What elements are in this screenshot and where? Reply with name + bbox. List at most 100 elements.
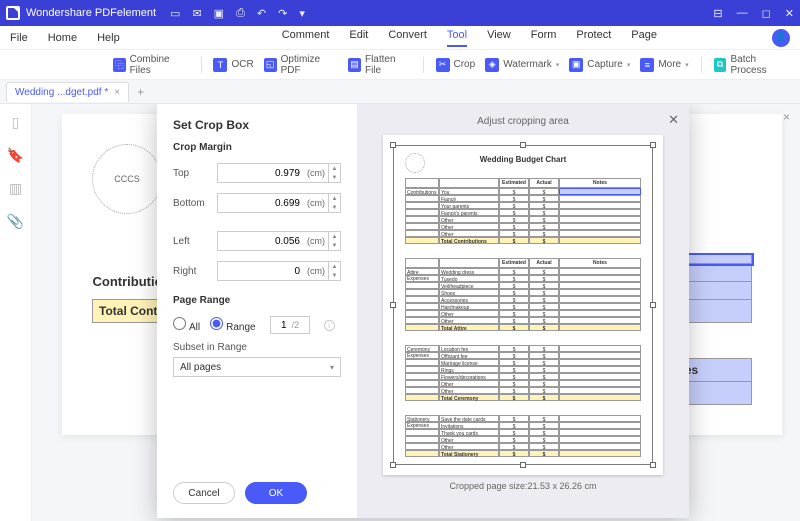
label-left: Left xyxy=(173,236,217,247)
chevron-down-icon: ▾ xyxy=(556,61,560,69)
step-down-icon[interactable]: ▼ xyxy=(329,203,340,212)
menu-comment[interactable]: Comment xyxy=(282,29,330,47)
document-tab[interactable]: Wedding ...dget.pdf * × xyxy=(6,82,129,102)
combine-icon: ⿻ xyxy=(113,58,126,72)
tool-optimize[interactable]: ◱Optimize PDF xyxy=(264,54,338,76)
tool-combine-files[interactable]: ⿻Combine Files xyxy=(113,54,189,76)
radio-all[interactable]: All xyxy=(173,317,200,333)
page-range-heading: Page Range xyxy=(173,295,341,306)
menu-form[interactable]: Form xyxy=(531,29,557,47)
range-total: /2 xyxy=(292,320,300,330)
dialog-close-icon[interactable]: ✕ xyxy=(668,112,679,128)
tool-capture[interactable]: ▣Capture▾ xyxy=(569,58,630,72)
tool-crop[interactable]: ✂Crop xyxy=(436,58,476,72)
quick-access-toolbar: ▭ ✉ ▣ ⎙ ↶ ↷ ▾ xyxy=(170,7,305,20)
menu-page[interactable]: Page xyxy=(631,29,657,47)
more-icon: ≡ xyxy=(640,58,654,72)
adjust-label: Adjust cropping area xyxy=(477,116,569,127)
mail-icon[interactable]: ▣ xyxy=(214,7,224,20)
menu-edit[interactable]: Edit xyxy=(349,29,368,47)
subset-select[interactable]: All pages ▾ xyxy=(173,357,341,377)
document-canvas: × CCCS Contributic Total Contri Estimate… xyxy=(32,104,800,521)
menu-file[interactable]: File xyxy=(10,32,28,44)
handle-n[interactable] xyxy=(520,142,526,148)
undo-icon[interactable]: ↶ xyxy=(257,7,266,20)
open-icon[interactable]: ▭ xyxy=(170,7,180,20)
preview-logo xyxy=(405,153,425,173)
cancel-button[interactable]: Cancel xyxy=(173,482,235,504)
input-top[interactable]: (cm) ▲▼ xyxy=(217,163,341,183)
subset-label: Subset in Range xyxy=(173,342,341,353)
step-up-icon[interactable]: ▲ xyxy=(329,262,340,271)
step-up-icon[interactable]: ▲ xyxy=(329,232,340,241)
label-top: Top xyxy=(173,168,217,179)
close-window-icon[interactable]: ✕ xyxy=(785,7,794,20)
tool-watermark[interactable]: ◈Watermark▾ xyxy=(485,58,559,72)
top-value[interactable] xyxy=(218,168,304,179)
bottom-value[interactable] xyxy=(218,198,304,209)
ocr-icon: T xyxy=(213,58,227,72)
qat-dropdown-icon[interactable]: ▾ xyxy=(299,7,305,20)
close-tab-icon[interactable]: × xyxy=(114,87,120,98)
step-down-icon[interactable]: ▼ xyxy=(329,271,340,280)
thumbnails-icon[interactable]: ▯ xyxy=(12,114,20,131)
handle-e[interactable] xyxy=(650,302,656,308)
ok-button[interactable]: OK xyxy=(245,482,307,504)
menu-help[interactable]: Help xyxy=(97,32,120,44)
menu-home[interactable]: Home xyxy=(48,32,77,44)
attachments-icon[interactable]: 📎 xyxy=(7,213,24,230)
crop-icon: ✂ xyxy=(436,58,450,72)
print-icon[interactable]: ⎙ xyxy=(236,7,245,20)
bookmarks-icon[interactable]: 🔖 xyxy=(7,147,24,164)
handle-sw[interactable] xyxy=(390,462,396,468)
range-input[interactable]: /2 xyxy=(270,316,310,334)
tool-more[interactable]: ≡More▾ xyxy=(640,58,688,72)
info-icon[interactable]: i xyxy=(324,320,335,331)
handle-ne[interactable] xyxy=(650,142,656,148)
right-value[interactable] xyxy=(218,266,304,277)
cropped-size-label: Cropped page size:21.53 x 26.26 cm xyxy=(449,481,596,491)
preview-page: Wedding Budget Chart EstimatedActualNote… xyxy=(397,149,649,461)
title-bar: Wondershare PDFelement ▭ ✉ ▣ ⎙ ↶ ↷ ▾ ⊟ —… xyxy=(0,0,800,26)
step-up-icon[interactable]: ▲ xyxy=(329,194,340,203)
menu-bar: File Home Help Comment Edit Convert Tool… xyxy=(0,26,800,50)
tool-flatten[interactable]: ▤Flatten File xyxy=(348,54,411,76)
new-tab-button[interactable]: + xyxy=(137,85,144,99)
capture-icon: ▣ xyxy=(569,58,583,72)
user-avatar[interactable]: 👤 xyxy=(772,29,790,47)
chevron-down-icon: ▾ xyxy=(685,61,689,69)
layers-icon[interactable]: ▥ xyxy=(9,180,22,197)
close-panel-icon[interactable]: × xyxy=(783,110,790,124)
minimize-icon[interactable]: — xyxy=(737,7,748,19)
cccs-logo: CCCS xyxy=(92,144,162,214)
step-down-icon[interactable]: ▼ xyxy=(329,173,340,182)
left-value[interactable] xyxy=(218,236,304,247)
step-up-icon[interactable]: ▲ xyxy=(329,164,340,173)
feedback-icon[interactable]: ⊟ xyxy=(713,7,722,20)
step-down-icon[interactable]: ▼ xyxy=(329,241,340,250)
handle-w[interactable] xyxy=(390,302,396,308)
optimize-icon: ◱ xyxy=(264,58,277,72)
tool-ocr[interactable]: TOCR xyxy=(213,58,253,72)
dialog-title: Set Crop Box xyxy=(173,118,341,132)
input-right[interactable]: (cm) ▲▼ xyxy=(217,261,341,281)
menu-tool[interactable]: Tool xyxy=(447,29,467,47)
label-bottom: Bottom xyxy=(173,198,217,209)
menu-convert[interactable]: Convert xyxy=(388,29,427,47)
menu-view[interactable]: View xyxy=(487,29,511,47)
handle-se[interactable] xyxy=(650,462,656,468)
input-bottom[interactable]: (cm) ▲▼ xyxy=(217,193,341,213)
crop-preview[interactable]: Wedding Budget Chart EstimatedActualNote… xyxy=(383,135,663,475)
chevron-down-icon: ▾ xyxy=(330,363,334,372)
app-logo xyxy=(6,6,20,20)
menu-protect[interactable]: Protect xyxy=(576,29,611,47)
tool-batch-process[interactable]: ⧉Batch Process xyxy=(714,54,790,76)
maximize-icon[interactable]: ◻ xyxy=(762,7,771,20)
input-left[interactable]: (cm) ▲▼ xyxy=(217,231,341,251)
redo-icon[interactable]: ↷ xyxy=(278,7,287,20)
handle-nw[interactable] xyxy=(390,142,396,148)
handle-s[interactable] xyxy=(520,462,526,468)
save-icon[interactable]: ✉ xyxy=(192,7,201,20)
toolbar: ⿻Combine Files TOCR ◱Optimize PDF ▤Flatt… xyxy=(0,50,800,80)
radio-range[interactable]: Range xyxy=(210,317,255,333)
